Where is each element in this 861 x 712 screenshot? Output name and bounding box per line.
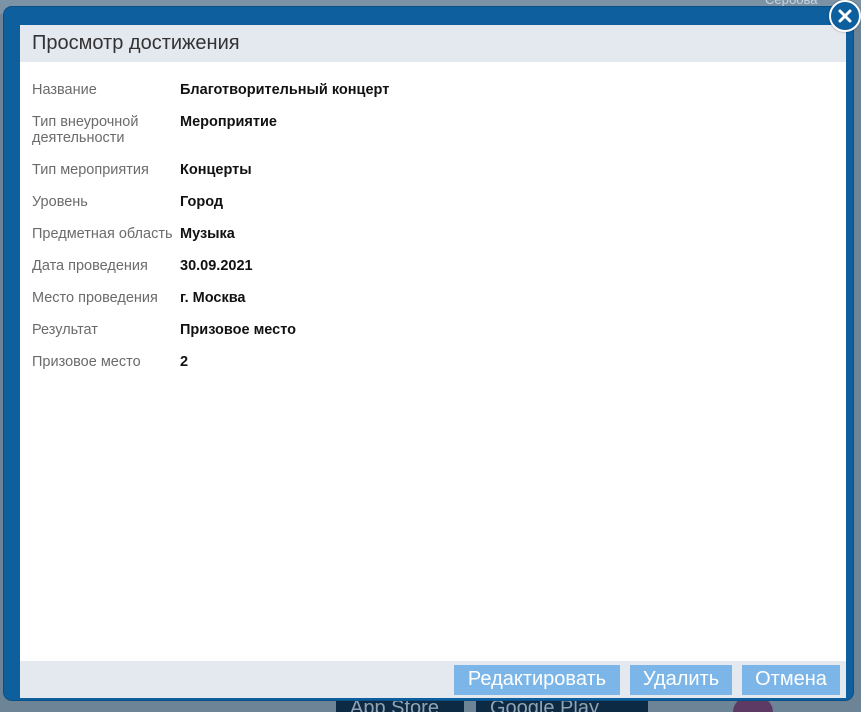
field-row-activity-type: Тип внеурочной деятельности Мероприятие (32, 114, 834, 146)
field-row-prize-place: Призовое место 2 (32, 354, 834, 370)
field-value: Музыка (180, 226, 235, 242)
dialog-body: Название Благотворительный концерт Тип в… (20, 62, 846, 661)
field-row-subject-area: Предметная область Музыка (32, 226, 834, 242)
dialog-frame: Просмотр достижения Название Благотворит… (4, 7, 853, 700)
field-value: 2 (180, 354, 189, 370)
dialog-footer: Редактировать Удалить Отмена (20, 661, 846, 698)
field-row-date: Дата проведения 30.09.2021 (32, 258, 834, 274)
field-label: Результат (32, 322, 98, 338)
field-value: 30.09.2021 (180, 258, 253, 274)
edit-button[interactable]: Редактировать (454, 664, 620, 695)
field-label: Уровень (32, 194, 88, 210)
field-label: Призовое место (32, 354, 141, 370)
dialog-header: Просмотр достижения (20, 25, 846, 62)
field-label: Название (32, 82, 97, 98)
close-button[interactable] (829, 0, 861, 32)
delete-button[interactable]: Удалить (630, 664, 732, 695)
field-row-level: Уровень Город (32, 194, 834, 210)
field-label: Место проведения (32, 290, 158, 306)
field-label: Предметная область (32, 226, 173, 242)
field-value: Призовое место (180, 322, 296, 338)
field-value: Концерты (180, 162, 252, 178)
field-row-name: Название Благотворительный концерт (32, 82, 834, 98)
field-label: Тип мероприятия (32, 162, 149, 178)
field-row-event-type: Тип мероприятия Концерты (32, 162, 834, 178)
close-icon (837, 8, 853, 24)
field-value: г. Москва (180, 290, 246, 306)
field-value: Мероприятие (180, 114, 277, 130)
dialog-title: Просмотр достижения (32, 32, 240, 54)
field-label: Дата проведения (32, 258, 148, 274)
cancel-button[interactable]: Отмена (742, 664, 840, 695)
field-value: Город (180, 194, 224, 210)
field-value: Благотворительный концерт (180, 82, 390, 98)
achievement-dialog: Просмотр достижения Название Благотворит… (20, 25, 846, 698)
field-row-result: Результат Призовое место (32, 322, 834, 338)
field-row-location: Место проведения г. Москва (32, 290, 834, 306)
field-label: Тип внеурочной деятельности (32, 114, 139, 146)
